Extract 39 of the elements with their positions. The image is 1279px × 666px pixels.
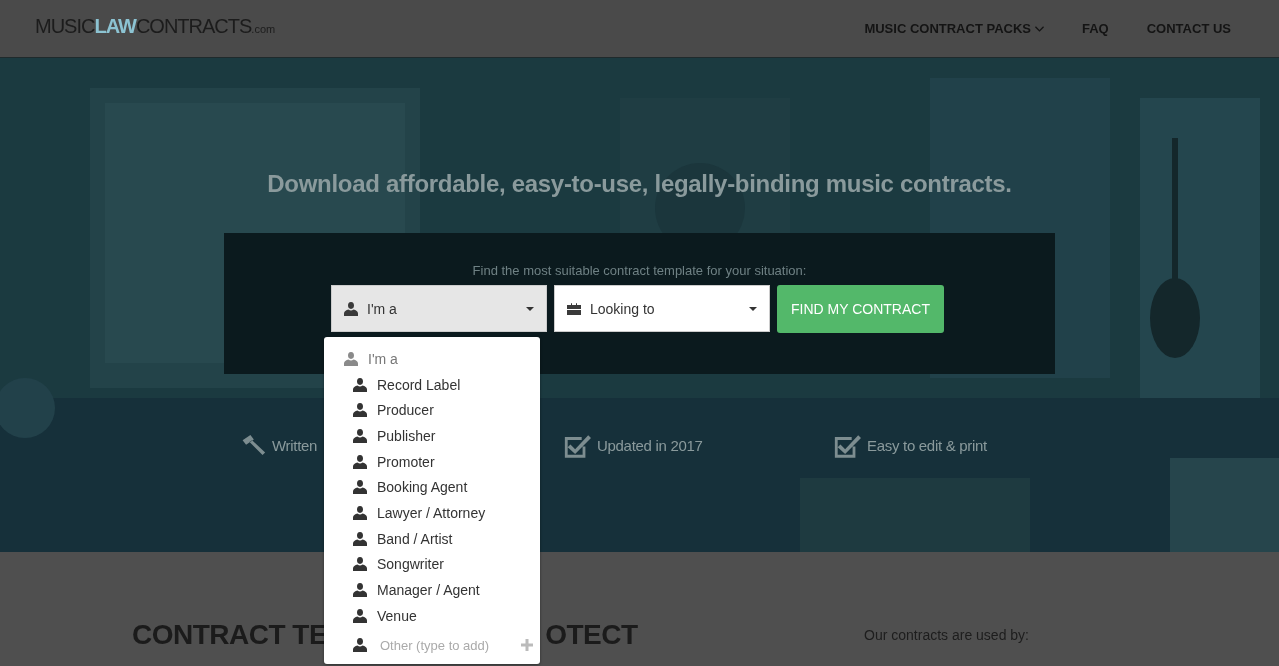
person-icon xyxy=(353,608,367,623)
person-icon xyxy=(353,583,367,598)
feature-label: Written xyxy=(272,437,318,454)
checkbox-icon xyxy=(833,433,861,458)
menu-option[interactable]: I'm a xyxy=(324,346,540,372)
dropdown-option[interactable]: Venue xyxy=(324,602,540,629)
dropdown-option[interactable]: Songwriter xyxy=(324,551,540,578)
plus-icon xyxy=(521,639,533,652)
dropdown-option[interactable]: Lawyer / Attorney xyxy=(324,500,540,526)
dropdown-option[interactable]: Booking Agent xyxy=(324,474,540,501)
briefcase-icon xyxy=(567,302,581,315)
caret-icon xyxy=(526,306,534,311)
person-icon xyxy=(353,403,367,418)
person-icon xyxy=(344,301,358,316)
dropdown-option[interactable]: Producer xyxy=(324,397,540,424)
person-icon xyxy=(353,428,367,443)
tagline: Download affordable, easy-to-use, legally-binding music contracts. xyxy=(267,170,1012,198)
dropdown-option[interactable]: Band / Artist xyxy=(324,525,540,552)
select-field[interactable]: I'm a xyxy=(331,285,547,332)
person-icon xyxy=(353,480,367,495)
caret-icon xyxy=(749,306,757,311)
input-field[interactable]: Other (type to add) xyxy=(380,637,505,653)
person-icon xyxy=(353,531,367,546)
person-icon xyxy=(353,557,367,572)
person-icon xyxy=(353,505,367,520)
feature-label: Easy to edit & print xyxy=(867,437,987,454)
checkbox-icon xyxy=(563,433,591,458)
person-icon xyxy=(344,351,358,366)
finder-prompt: Find the most suitable contract template for your situation: xyxy=(472,263,807,278)
person-icon xyxy=(353,377,367,392)
dropdown-option[interactable]: Manager / Agent xyxy=(324,577,540,603)
dropdown-option[interactable]: Promoter xyxy=(324,448,540,475)
person-icon xyxy=(353,454,367,469)
select-field[interactable]: Looking to xyxy=(554,285,770,332)
dropdown-option[interactable]: Record Label xyxy=(324,371,540,398)
feature-label: Updated in 2017 xyxy=(597,437,703,454)
person-icon xyxy=(353,638,367,653)
gavel-icon xyxy=(240,435,266,456)
dropdown-option[interactable]: Publisher xyxy=(324,423,540,449)
